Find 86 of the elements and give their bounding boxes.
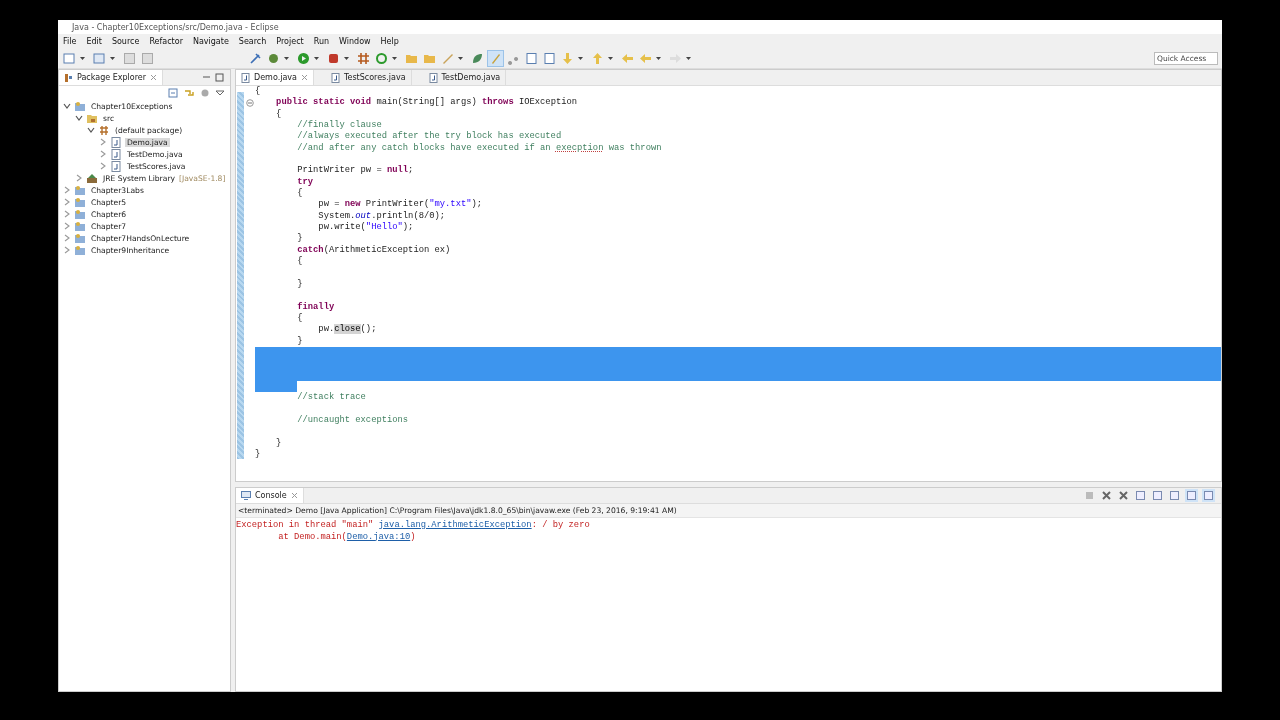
- menu-item[interactable]: Navigate: [192, 36, 229, 46]
- menu-item[interactable]: Source: [111, 36, 140, 46]
- remove-all-icon[interactable]: [1117, 489, 1130, 502]
- java-file-icon: [241, 72, 250, 83]
- fold-icon[interactable]: [245, 99, 254, 107]
- menu-item[interactable]: File: [63, 36, 77, 46]
- code-line: }: [296, 278, 303, 291]
- code-line: public static void main(String[] args) throws IOException: [275, 97, 578, 109]
- project-folder-icon: [74, 184, 86, 196]
- maximize-icon[interactable]: [215, 73, 224, 82]
- code-line: }: [296, 335, 303, 347]
- package-explorer-tab[interactable]: Package Explorer: [59, 70, 163, 85]
- grid-icon[interactable]: [356, 50, 371, 66]
- menu-item[interactable]: Window: [339, 36, 371, 46]
- code-line: pw.write("Hello");: [317, 222, 414, 234]
- project-folder-icon: [74, 220, 86, 232]
- close-icon[interactable]: [150, 74, 157, 81]
- project-folder-icon: [74, 208, 86, 220]
- menu-item[interactable]: Help: [380, 36, 399, 46]
- save-all-icon[interactable]: [140, 50, 155, 66]
- code-line: catch(ArithmeticException ex): [296, 244, 451, 256]
- package-icon: [64, 72, 73, 83]
- java-file-icon: [110, 160, 122, 172]
- link-icon[interactable]: [184, 88, 194, 98]
- code-line: {: [255, 86, 261, 98]
- code-line: //and after any catch blocks have executed if an execption was thrown: [296, 142, 662, 155]
- code-line: {: [296, 312, 303, 325]
- project-folder-icon: [74, 244, 86, 256]
- dropdown-caret-icon[interactable]: [608, 56, 613, 60]
- java-file-icon: [110, 148, 122, 160]
- console-tab[interactable]: Console: [236, 488, 304, 503]
- library-icon: [86, 172, 98, 184]
- dropdown-caret-icon[interactable]: [392, 56, 397, 60]
- code-line: pw = new PrintWriter("my.txt");: [317, 199, 483, 211]
- code-line: pw.close();: [317, 324, 377, 336]
- code-line: //finally clause: [296, 120, 382, 131]
- dropdown-caret-icon[interactable]: [284, 56, 289, 60]
- code-line: //always executed after the try block has executed: [296, 131, 562, 143]
- project-folder-icon: [74, 100, 86, 112]
- window-title: Java - Chapter10Exceptions/src/Demo.java - Eclipse: [72, 22, 279, 32]
- editor-tab[interactable]: Demo.java: [236, 70, 314, 85]
- stop-icon[interactable]: [1083, 489, 1096, 502]
- dropdown-caret-icon[interactable]: [80, 56, 85, 60]
- document-icon[interactable]: [524, 50, 539, 66]
- close-icon[interactable]: [290, 492, 298, 499]
- menu-item[interactable]: Project: [276, 36, 304, 46]
- console-line: at Demo.main(Demo.java:10): [277, 531, 417, 543]
- close-icon[interactable]: [300, 74, 308, 81]
- monitor-icon: [241, 491, 251, 500]
- dropdown-caret-icon[interactable]: [458, 56, 463, 60]
- dropdown-caret-icon[interactable]: [344, 56, 349, 60]
- menu-item[interactable]: Run: [313, 36, 330, 46]
- code-line: }: [296, 233, 303, 245]
- dropdown-caret-icon[interactable]: [656, 56, 661, 60]
- view-menu-icon[interactable]: [216, 90, 224, 96]
- project-folder-icon: [74, 232, 86, 244]
- menu-item[interactable]: Refactor: [149, 36, 183, 46]
- project-folder-icon: [74, 196, 86, 208]
- java-file-icon: [330, 72, 340, 83]
- remove-icon[interactable]: [1100, 489, 1113, 502]
- dropdown-caret-icon[interactable]: [578, 56, 583, 60]
- code-line: }: [275, 437, 282, 449]
- code-line: //uncaught exceptions: [296, 414, 409, 427]
- code-line: System.out.println(8/0);: [317, 210, 446, 222]
- dropdown-caret-icon[interactable]: [110, 56, 115, 60]
- java-file-icon: [428, 72, 438, 83]
- code-line: {: [275, 108, 282, 121]
- code-line: try: [296, 176, 314, 188]
- save-icon[interactable]: [122, 50, 137, 66]
- console-line: Exception in thread "main" java.lang.ArithmeticException: / by zero: [236, 520, 591, 532]
- editor-tab[interactable]: TestDemo.java: [423, 70, 507, 85]
- dropdown-caret-icon[interactable]: [314, 56, 319, 60]
- code-line: {: [296, 256, 303, 268]
- java-file-icon: [110, 136, 122, 148]
- collapse-all-icon[interactable]: [168, 88, 178, 98]
- dropdown-caret-icon[interactable]: [686, 56, 691, 60]
- package-icon: [98, 124, 110, 136]
- menu-item[interactable]: Search: [238, 36, 267, 46]
- source-folder-icon: [86, 112, 98, 124]
- code-line: {: [296, 188, 303, 200]
- code-line: PrintWriter pw = null;: [296, 165, 414, 177]
- code-line: finally: [296, 301, 335, 313]
- code-line: }: [255, 449, 261, 461]
- menu-item[interactable]: Edit: [86, 36, 102, 46]
- editor-tab[interactable]: TestScores.java: [325, 70, 412, 85]
- code-line: //stack trace: [296, 392, 366, 404]
